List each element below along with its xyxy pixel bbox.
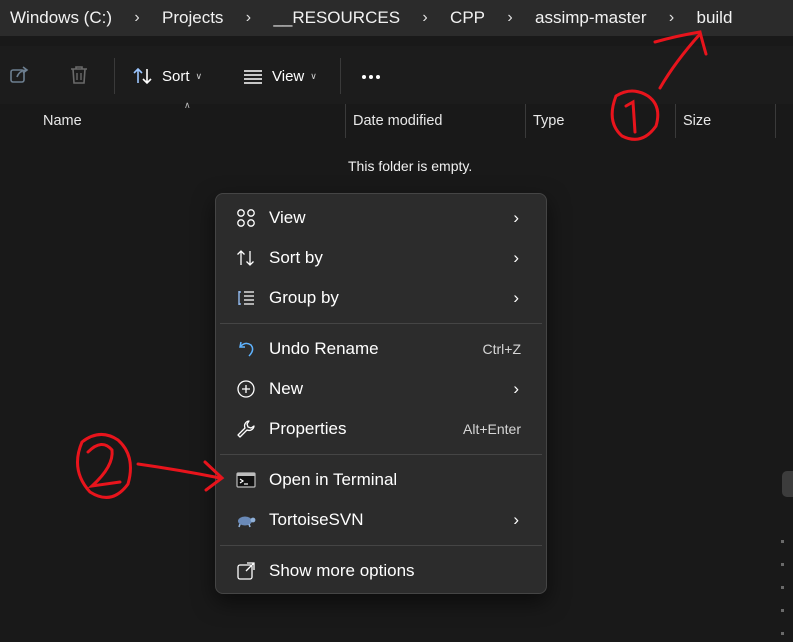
annotation-arrow-1	[653, 30, 708, 90]
annotation-arrow-2	[136, 460, 225, 492]
annotation-mark-2	[76, 433, 132, 499]
annotation-overlay	[76, 30, 708, 499]
annotation-mark-1	[610, 89, 660, 141]
